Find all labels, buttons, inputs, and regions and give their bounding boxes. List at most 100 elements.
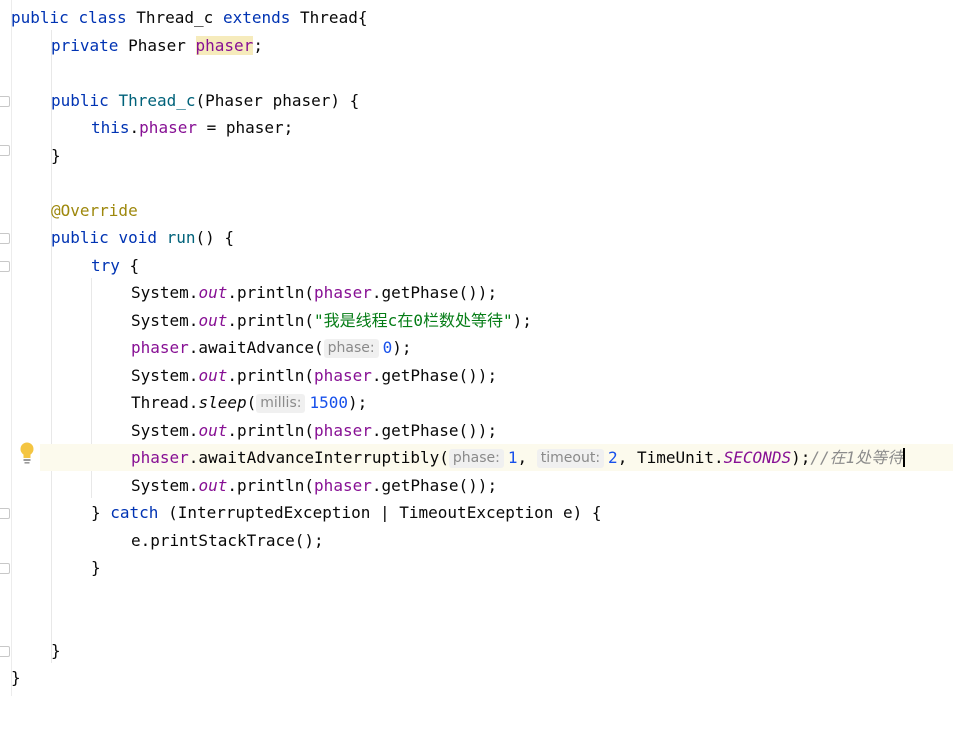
parent-class: Thread{ <box>300 8 368 27</box>
code-text: .getPhase()); <box>371 476 498 495</box>
code-line-17-current[interactable]: phaser.awaitAdvanceInterruptibly(phase: 1… <box>40 444 953 471</box>
code-text: .getPhase()); <box>371 421 498 440</box>
code-line-13[interactable]: phaser.awaitAdvance(phase: 0); <box>11 334 953 361</box>
code-line-5[interactable]: this.phaser = phaser; <box>11 114 953 141</box>
keyword: class <box>78 8 127 27</box>
lightbulb-icon[interactable] <box>17 441 37 465</box>
code-text: } <box>91 558 101 577</box>
text-caret <box>903 448 906 467</box>
code-editor[interactable]: public class Thread_c extends Thread{ pr… <box>11 0 953 696</box>
method-call: .awaitAdvanceInterruptibly( <box>188 448 449 467</box>
class-ref: System. <box>131 421 199 440</box>
method-call: .awaitAdvance( <box>188 338 324 357</box>
code-line-24[interactable]: } <box>11 637 953 664</box>
fold-marker-icon[interactable] <box>0 508 10 519</box>
code-line-1[interactable]: public class Thread_c extends Thread{ <box>11 4 953 31</box>
static-method: sleep <box>198 393 247 412</box>
parameter-hint: millis: <box>256 394 306 413</box>
line-comment: //在1处等待 <box>810 448 904 467</box>
keyword: public <box>51 91 109 110</box>
constructor-name: Thread_c <box>118 91 196 110</box>
field-name: phaser <box>314 476 372 495</box>
keyword: extends <box>222 8 291 27</box>
code-text: } <box>51 641 61 660</box>
field-name: phaser <box>314 366 372 385</box>
string-literal: "我是线程c在0栏数处等待" <box>314 311 513 330</box>
parameter-hint: phase: <box>448 449 504 468</box>
punctuation: } <box>91 503 111 522</box>
method-call: .println( <box>227 476 315 495</box>
code-line-21[interactable]: } <box>11 554 953 581</box>
code-text: ); <box>392 338 412 357</box>
code-text: } <box>51 146 61 165</box>
punctuation: . <box>129 118 140 137</box>
code-text: e.printStackTrace(); <box>131 531 324 550</box>
fold-marker-icon[interactable] <box>0 563 10 574</box>
keyword: private <box>51 36 119 55</box>
code-text: { <box>119 256 140 275</box>
field-name: phaser <box>131 448 189 467</box>
static-field: out <box>198 283 228 302</box>
field-name-highlighted: phaser <box>195 36 254 55</box>
code-line-4[interactable]: public Thread_c(Phaser phaser) { <box>11 87 953 114</box>
code-line-2[interactable]: private Phaser phaser; <box>11 32 953 59</box>
code-line-11[interactable]: System.out.println(phaser.getPhase()); <box>11 279 953 306</box>
code-line-19[interactable]: } catch (InterruptedException | TimeoutE… <box>11 499 953 526</box>
type-name: Phaser <box>128 36 186 55</box>
punctuation: ( <box>246 393 257 412</box>
class-ref: System. <box>131 476 199 495</box>
code-line-9[interactable]: public void run() { <box>11 224 953 251</box>
field-name: phaser <box>131 338 189 357</box>
parameter-hint: phase: <box>323 339 379 358</box>
method-call: .println( <box>227 283 315 302</box>
annotation: @Override <box>51 201 138 220</box>
code-text: ); <box>348 393 368 412</box>
class-name: Thread_c <box>136 8 214 27</box>
class-ref: System. <box>131 311 199 330</box>
code-text: } <box>11 668 21 687</box>
field-name: phaser <box>314 421 372 440</box>
code-line-10[interactable]: try { <box>11 252 953 279</box>
code-text: () { <box>195 228 235 247</box>
code-line-15[interactable]: Thread.sleep(millis: 1500); <box>11 389 953 416</box>
code-line-8[interactable]: @Override <box>11 197 953 224</box>
method-name: run <box>166 228 196 247</box>
code-line-20[interactable]: e.printStackTrace(); <box>11 527 953 554</box>
code-text: ); <box>512 311 532 330</box>
static-field: out <box>198 366 228 385</box>
fold-marker-icon[interactable] <box>0 145 10 156</box>
class-ref: System. <box>131 366 199 385</box>
fold-marker-icon[interactable] <box>0 646 10 657</box>
punctuation: ; <box>253 36 263 55</box>
class-ref: TimeUnit. <box>636 448 724 467</box>
punctuation: , <box>517 448 537 467</box>
keyword: try <box>91 256 120 275</box>
keyword: public <box>51 228 109 247</box>
code-text: = phaser; <box>196 118 294 137</box>
number-literal: 1 <box>507 448 518 467</box>
enum-constant: SECONDS <box>723 448 792 467</box>
code-line-12[interactable]: System.out.println("我是线程c在0栏数处等待"); <box>11 307 953 334</box>
punctuation: , <box>617 448 637 467</box>
code-line-16[interactable]: System.out.println(phaser.getPhase()); <box>11 417 953 444</box>
code-text: ); <box>791 448 811 467</box>
code-text: .getPhase()); <box>371 283 498 302</box>
static-field: out <box>198 421 228 440</box>
number-literal: 2 <box>608 448 618 467</box>
fold-marker-icon[interactable] <box>0 96 10 107</box>
fold-marker-icon[interactable] <box>0 233 10 244</box>
code-line-25[interactable]: } <box>11 664 953 691</box>
parameter-hint: timeout: <box>536 449 605 468</box>
keyword: public <box>11 8 69 27</box>
code-text: (InterruptedException | TimeoutException… <box>158 503 602 522</box>
fold-marker-icon[interactable] <box>0 261 10 272</box>
code-line-14[interactable]: System.out.println(phaser.getPhase()); <box>11 362 953 389</box>
class-ref: System. <box>131 283 199 302</box>
code-text: .getPhase()); <box>371 366 498 385</box>
code-line-6[interactable]: } <box>11 142 953 169</box>
number-literal: 0 <box>382 338 393 357</box>
static-field: out <box>198 476 228 495</box>
code-line-18[interactable]: System.out.println(phaser.getPhase()); <box>11 472 953 499</box>
method-call: .println( <box>227 366 315 385</box>
param-list: (Phaser phaser) { <box>195 91 360 110</box>
